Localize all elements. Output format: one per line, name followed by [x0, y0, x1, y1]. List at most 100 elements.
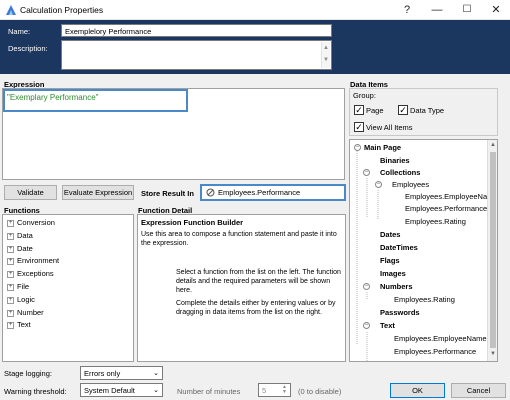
expression-editor[interactable]: "Exemplary Performance"	[2, 88, 345, 180]
collapse-collections-icon[interactable]: −	[363, 169, 370, 176]
stepper-arrows-icon[interactable]: ▲ ▼	[282, 385, 287, 395]
function-builder-heading: Expression Function Builder	[141, 218, 244, 227]
ok-button[interactable]: OK	[390, 383, 445, 398]
store-result-value: Employees.Performance	[218, 188, 301, 197]
expand-icon[interactable]: +	[7, 309, 14, 317]
function-category-date[interactable]: + Date	[6, 243, 133, 256]
tree-item-collections[interactable]: Collections	[380, 168, 420, 177]
expand-icon[interactable]: +	[7, 258, 14, 266]
description-input[interactable]: ▲ ▼	[61, 40, 332, 70]
tree-item-employees-rating[interactable]: Employees.Rating	[405, 217, 466, 226]
function-category-label: Logic	[17, 294, 35, 304]
group-box: Group: ✓ Page ✓ Data Type ✓ View All Ite…	[349, 88, 498, 136]
function-category-label: Number	[17, 307, 44, 317]
function-category-data[interactable]: + Data	[6, 230, 133, 243]
function-category-number[interactable]: + Number	[6, 307, 133, 320]
app-icon	[6, 5, 16, 15]
tree-vertical-scrollbar[interactable]: ▲ ▼	[487, 140, 497, 361]
function-category-logic[interactable]: + Logic	[6, 294, 133, 307]
data-items-tree[interactable]: − Main Page Binaries − Collections − Emp…	[349, 139, 498, 362]
function-builder-hint-complete: Complete the details either by entering …	[176, 300, 336, 316]
function-category-text[interactable]: + Text	[6, 319, 133, 332]
warning-threshold-value: System Default	[84, 386, 135, 395]
tree-item-numbers-employees-rating[interactable]: Employees.Rating	[394, 295, 455, 304]
tree-item-passwords[interactable]: Passwords	[380, 308, 420, 317]
number-of-minutes-label: Number of minutes	[177, 387, 241, 396]
stage-logging-label: Stage logging:	[4, 369, 52, 378]
collapse-main-page-icon[interactable]: −	[354, 144, 361, 151]
scroll-up-icon[interactable]: ▲	[322, 42, 330, 54]
help-button[interactable]: ?	[392, 0, 422, 20]
name-input[interactable]: Exemplelory Performance	[61, 24, 332, 37]
tree-item-binaries[interactable]: Binaries	[380, 156, 410, 165]
number-of-minutes-stepper[interactable]: 5 ▲ ▼	[258, 383, 291, 397]
tree-item-employees[interactable]: Employees	[392, 180, 429, 189]
scroll-down-icon[interactable]: ▼	[490, 351, 496, 357]
data-item-icon	[206, 188, 215, 197]
disable-hint: (0 to disable)	[298, 387, 342, 396]
description-label: Description:	[8, 44, 48, 53]
function-category-conversion[interactable]: + Conversion	[6, 217, 133, 230]
function-category-label: Text	[17, 320, 31, 330]
maximize-button[interactable]: ☐	[452, 0, 482, 20]
functions-list[interactable]: + Conversion + Data + Date + Environment + Ex…	[2, 214, 134, 362]
function-category-label: Date	[17, 243, 33, 253]
stage-logging-dropdown[interactable]: Errors only ⌄	[80, 366, 163, 380]
function-detail-panel: Expression Function Builder Use this are…	[137, 214, 346, 362]
tree-item-numbers[interactable]: Numbers	[380, 282, 413, 291]
tree-item-images[interactable]: Images	[380, 269, 406, 278]
cancel-button[interactable]: Cancel	[451, 383, 506, 398]
function-category-exceptions[interactable]: + Exceptions	[6, 268, 133, 281]
expand-icon[interactable]: +	[7, 232, 14, 240]
tree-item-flags[interactable]: Flags	[380, 256, 400, 265]
expand-icon[interactable]: +	[7, 271, 14, 279]
collapse-text-icon[interactable]: −	[363, 322, 370, 329]
function-category-label: File	[17, 281, 30, 291]
expression-text[interactable]: "Exemplary Performance"	[7, 93, 99, 102]
view-all-checkbox[interactable]: ✓	[354, 122, 364, 132]
collapse-numbers-icon[interactable]: −	[363, 283, 370, 290]
chevron-down-icon[interactable]: ⌄	[153, 369, 159, 377]
number-of-minutes-value: 5	[262, 386, 267, 395]
data-type-checkbox[interactable]: ✓	[398, 105, 408, 115]
expand-icon[interactable]: +	[7, 322, 14, 330]
tree-item-text[interactable]: Text	[380, 321, 395, 330]
tree-item-datetimes[interactable]: DateTimes	[380, 243, 418, 252]
store-result-field[interactable]: Employees.Performance	[200, 184, 346, 201]
tree-item-employees-performance[interactable]: Employees.Performance	[405, 204, 487, 213]
close-button[interactable]: ✕	[481, 0, 510, 20]
expand-icon[interactable]: +	[7, 283, 14, 291]
expand-icon[interactable]: +	[7, 220, 14, 227]
function-category-file[interactable]: + File	[6, 281, 133, 294]
header-panel: Name: Exemplelory Performance Descriptio…	[0, 20, 510, 74]
page-checkbox[interactable]: ✓	[354, 105, 364, 115]
expand-icon[interactable]: +	[7, 245, 14, 253]
minimize-button[interactable]: —	[422, 0, 452, 20]
evaluate-expression-button[interactable]: Evaluate Expression	[62, 185, 134, 200]
tree-item-text-employees-performance[interactable]: Employees.Performance	[394, 347, 476, 356]
name-label: Name:	[8, 27, 31, 36]
group-label: Group:	[353, 91, 376, 100]
scroll-down-icon[interactable]: ▼	[322, 54, 330, 66]
tree-item-dates[interactable]: Dates	[380, 230, 400, 239]
description-scrollbar[interactable]: ▲ ▼	[321, 42, 330, 68]
validate-button[interactable]: Validate	[4, 185, 57, 200]
scroll-up-icon[interactable]: ▲	[490, 142, 496, 148]
function-category-label: Conversion	[17, 218, 55, 227]
tree-item-employees-employeename[interactable]: Employees.EmployeeName	[405, 192, 497, 201]
tree-item-main-page[interactable]: Main Page	[364, 143, 401, 152]
chevron-down-icon[interactable]: ⌄	[153, 386, 159, 394]
stage-logging-value: Errors only	[84, 369, 121, 378]
function-category-environment[interactable]: + Environment	[6, 255, 133, 268]
title-bar: Calculation Properties ? — ☐ ✕	[0, 0, 510, 20]
expand-icon[interactable]: +	[7, 296, 14, 304]
store-result-label: Store Result In	[141, 189, 194, 198]
page-checkbox-label: Page	[366, 106, 384, 115]
warning-threshold-dropdown[interactable]: System Default ⌄	[80, 383, 163, 397]
collapse-employees-icon[interactable]: −	[375, 181, 382, 188]
tree-item-text-employees-employeename[interactable]: Employees.EmployeeName	[394, 334, 487, 343]
warning-threshold-label: Warning threshold:	[4, 387, 67, 396]
data-type-checkbox-label: Data Type	[410, 106, 445, 115]
scroll-thumb[interactable]	[490, 152, 496, 348]
function-builder-intro: Use this area to compose a function stat…	[141, 231, 337, 247]
